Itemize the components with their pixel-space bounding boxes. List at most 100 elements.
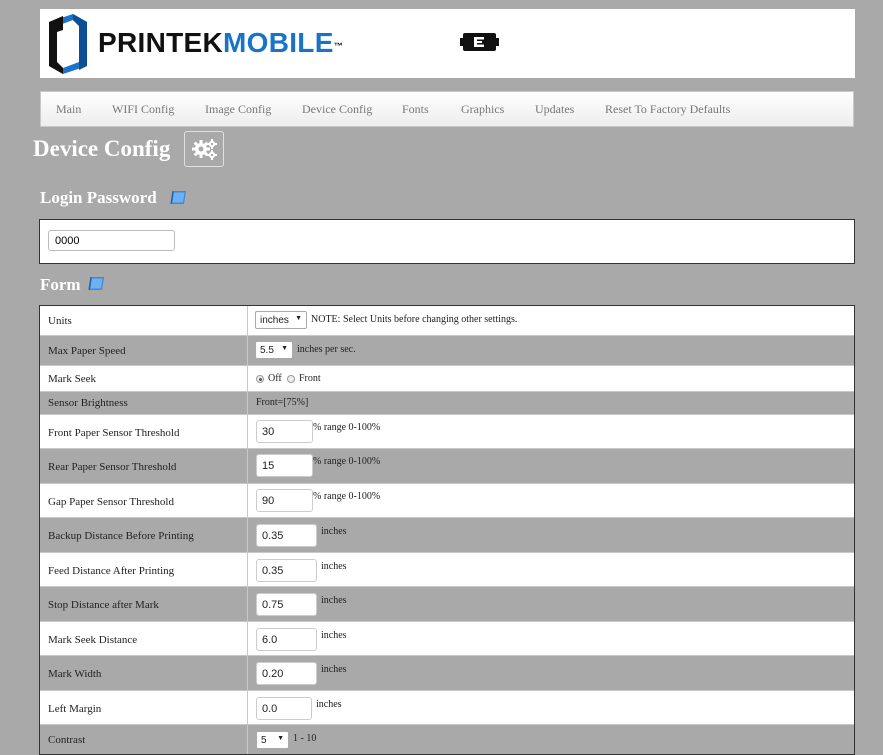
front-threshold-input[interactable]: 30 (256, 420, 313, 443)
rear-threshold-label: Rear Paper Sensor Threshold (48, 461, 177, 473)
contrast-note: 1 - 10 (293, 733, 317, 744)
table-row: Contrast 5 ▼ 1 - 10 (40, 725, 854, 754)
mark-seek-front-label: Front (299, 373, 321, 384)
rear-threshold-value: 15 (262, 460, 275, 472)
mark-seek-distance-note: inches (321, 630, 347, 641)
backup-distance-cell: 0.35 inches (247, 518, 347, 552)
gap-threshold-value: 90 (262, 495, 275, 507)
gap-threshold-input[interactable]: 90 (256, 489, 313, 512)
login-password-input[interactable]: 0000 (48, 230, 175, 251)
left-margin-cell: 0.0 inches (247, 691, 342, 724)
stop-distance-note: inches (321, 595, 347, 606)
mark-seek-off-radio[interactable] (256, 375, 264, 383)
login-password-panel: 0000 (39, 219, 855, 264)
table-row: Feed Distance After Printing 0.35 inches (40, 553, 854, 587)
max-paper-speed-value: 5.5 (260, 345, 274, 356)
max-paper-speed-select[interactable]: 5.5 ▼ (255, 341, 293, 359)
left-margin-value: 0.0 (262, 703, 278, 715)
nav-item-reset-factory-defaults[interactable]: Reset To Factory Defaults (605, 102, 730, 117)
table-row: Rear Paper Sensor Threshold 15 % range 0… (40, 449, 854, 484)
table-row: Left Margin 0.0 inches (40, 691, 854, 725)
mark-seek-label: Mark Seek (48, 373, 96, 385)
brand-wordmark: PRINTEKMOBILE™ (98, 26, 343, 60)
contrast-select[interactable]: 5 ▼ (256, 731, 289, 749)
front-threshold-note: % range 0-100% (313, 422, 381, 433)
front-threshold-cell: 30 % range 0-100% (247, 415, 380, 448)
mark-width-value: 0.20 (262, 668, 284, 680)
nav-item-updates[interactable]: Updates (535, 102, 574, 117)
device-config-form: Units inches ▼ NOTE: Select Units before … (39, 305, 855, 755)
mark-seek-cell: Off Front (247, 366, 321, 391)
settings-button[interactable] (184, 131, 224, 167)
table-row: Mark Seek Off Front (40, 366, 854, 392)
units-note: NOTE: Select Units before changing other… (311, 314, 518, 325)
table-row: Front Paper Sensor Threshold 30 % range … (40, 415, 854, 449)
battery-empty-icon (460, 33, 499, 51)
mark-width-input[interactable]: 0.20 (256, 662, 317, 685)
sensor-brightness-cell: Front=[75%] (247, 392, 308, 414)
stop-distance-input[interactable]: 0.75 (256, 593, 317, 616)
backup-distance-value: 0.35 (262, 530, 284, 542)
units-select-value: inches (260, 315, 289, 326)
left-margin-note: inches (316, 699, 342, 710)
gears-icon (192, 139, 217, 160)
sensor-brightness-label: Sensor Brightness (48, 397, 128, 409)
table-row: Gap Paper Sensor Threshold 90 % range 0-… (40, 484, 854, 518)
nav-item-graphics[interactable]: Graphics (461, 102, 504, 117)
contrast-select-value: 5 (261, 735, 267, 746)
mark-seek-distance-cell: 6.0 inches (247, 622, 347, 655)
contrast-label: Contrast (48, 734, 86, 746)
mark-seek-front-radio[interactable] (287, 375, 295, 383)
stop-distance-label: Stop Distance after Mark (48, 599, 159, 611)
front-threshold-value: 30 (262, 426, 275, 438)
nav-item-image-config[interactable]: Image Config (205, 102, 271, 117)
table-row: Units inches ▼ NOTE: Select Units before … (40, 306, 854, 336)
left-margin-input[interactable]: 0.0 (256, 697, 312, 720)
header-banner: PRINTEKMOBILE™ (40, 9, 855, 78)
login-password-value: 0000 (55, 235, 80, 247)
nav-item-device-config[interactable]: Device Config (302, 102, 372, 117)
brand-wordmark-part1: PRINTEK (98, 27, 223, 58)
chevron-down-icon: ▼ (295, 315, 302, 322)
rear-threshold-input[interactable]: 15 (256, 454, 313, 477)
units-label: Units (48, 315, 72, 327)
mark-seek-off-label: Off (268, 373, 282, 384)
units-cell: inches ▼ NOTE: Select Units before changi… (247, 306, 517, 335)
help-book-icon[interactable] (88, 276, 105, 291)
feed-distance-input[interactable]: 0.35 (256, 559, 317, 582)
mark-seek-distance-input[interactable]: 6.0 (256, 628, 317, 651)
left-margin-label: Left Margin (48, 703, 102, 715)
max-paper-speed-label: Max Paper Speed (48, 345, 126, 357)
gap-threshold-label: Gap Paper Sensor Threshold (48, 496, 174, 508)
mark-seek-distance-value: 6.0 (262, 634, 278, 646)
table-row: Sensor Brightness Front=[75%] (40, 392, 854, 415)
trademark-symbol: ™ (333, 41, 343, 51)
backup-distance-input[interactable]: 0.35 (256, 524, 317, 547)
table-row: Backup Distance Before Printing 0.35 inc… (40, 518, 854, 553)
mark-seek-distance-label: Mark Seek Distance (48, 634, 138, 646)
gap-threshold-cell: 90 % range 0-100% (247, 484, 380, 517)
stop-distance-value: 0.75 (262, 599, 284, 611)
nav-item-wifi-config[interactable]: WIFI Config (112, 102, 174, 117)
nav-item-main[interactable]: Main (56, 102, 81, 117)
max-paper-speed-note: inches per sec. (297, 344, 356, 355)
mark-width-note: inches (321, 664, 347, 675)
help-book-icon[interactable] (170, 190, 187, 205)
login-password-heading: Login Password (40, 188, 157, 207)
mark-width-label: Mark Width (48, 668, 102, 680)
brand-wordmark-part2: MOBILE (223, 27, 334, 58)
page-title: Device Config (33, 136, 171, 161)
contrast-cell: 5 ▼ 1 - 10 (247, 725, 316, 754)
stop-distance-cell: 0.75 inches (247, 587, 347, 621)
table-row: Mark Seek Distance 6.0 inches (40, 622, 854, 656)
table-row: Max Paper Speed 5.5 ▼ inches per sec. (40, 336, 854, 366)
table-row: Mark Width 0.20 inches (40, 656, 854, 691)
max-paper-speed-cell: 5.5 ▼ inches per sec. (247, 336, 356, 365)
nav-item-fonts[interactable]: Fonts (402, 102, 429, 117)
front-threshold-label: Front Paper Sensor Threshold (48, 427, 180, 439)
feed-distance-label: Feed Distance After Printing (48, 565, 175, 577)
units-select[interactable]: inches ▼ (255, 311, 307, 329)
feed-distance-note: inches (321, 561, 347, 572)
table-row: Stop Distance after Mark 0.75 inches (40, 587, 854, 622)
printek-logo-icon (49, 14, 87, 74)
